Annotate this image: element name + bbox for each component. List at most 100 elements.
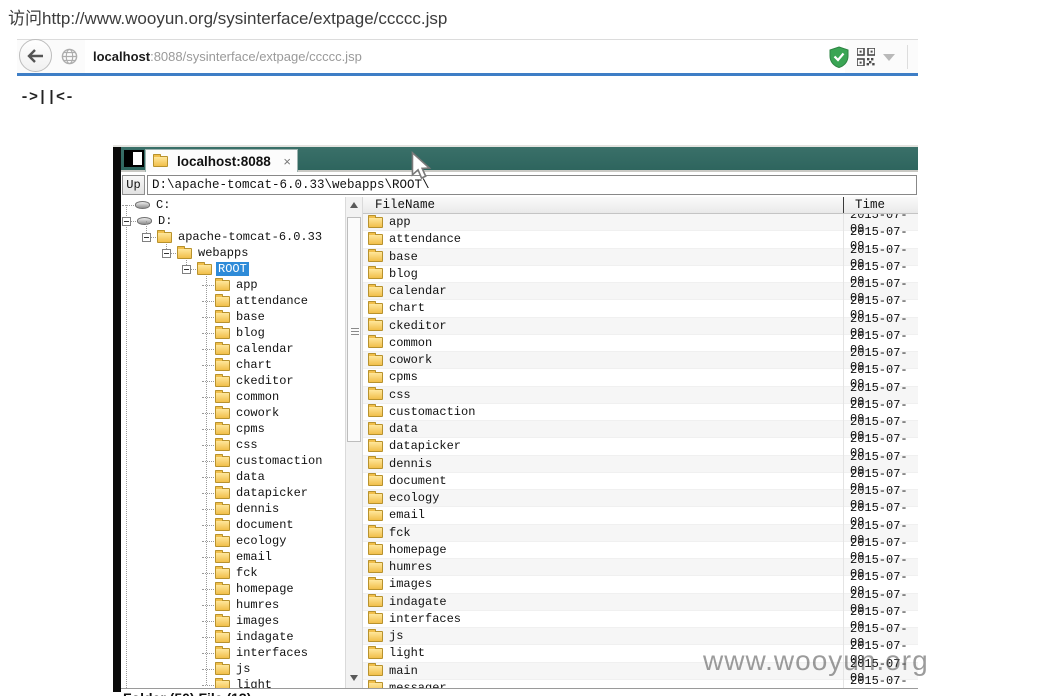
tree-item-interfaces[interactable]: interfaces — [121, 645, 345, 661]
tree-item-images[interactable]: images — [121, 613, 345, 629]
thumb-grip-icon — [351, 328, 359, 335]
scroll-thumb[interactable] — [347, 217, 361, 442]
tree-item-app[interactable]: app — [121, 277, 345, 293]
tree-item-dennis[interactable]: dennis — [121, 501, 345, 517]
folder-icon — [368, 665, 383, 676]
dropdown-arrow-icon[interactable] — [883, 54, 895, 61]
folder-icon — [368, 596, 383, 607]
tree-item-ecology[interactable]: ecology — [121, 533, 345, 549]
address-bar[interactable]: localhost:8088/sysinterface/extpage/cccc… — [85, 40, 845, 73]
file-name: js — [387, 629, 403, 643]
file-list-row-ckeditor[interactable]: ckeditor2015-07-09 — [363, 318, 918, 335]
sidebar-toggle-icon[interactable] — [124, 150, 144, 167]
tab-close-icon[interactable]: × — [283, 155, 291, 168]
tree-item-apache-tomcat-6-0-33[interactable]: apache-tomcat-6.0.33 — [121, 229, 345, 245]
scroll-down-button[interactable] — [346, 670, 362, 685]
tree-item-css[interactable]: css — [121, 437, 345, 453]
tree-item-blog[interactable]: blog — [121, 325, 345, 341]
path-input[interactable] — [147, 175, 917, 195]
file-name: document — [387, 474, 447, 488]
collapse-expander-icon[interactable] — [162, 249, 171, 258]
file-list-row-document[interactable]: document2015-07-09 — [363, 473, 918, 490]
tree-item-common[interactable]: common — [121, 389, 345, 405]
col-time[interactable]: Time — [855, 198, 885, 212]
tree-item-customaction[interactable]: customaction — [121, 453, 345, 469]
file-list-row-blog[interactable]: blog2015-07-09 — [363, 266, 918, 283]
tree-item-email[interactable]: email — [121, 549, 345, 565]
file-name: messager — [387, 681, 447, 688]
tree-item-fck[interactable]: fck — [121, 565, 345, 581]
folder-icon — [368, 579, 383, 590]
folder-icon — [368, 372, 383, 383]
scroll-up-button[interactable] — [346, 197, 362, 212]
tree-item-calendar[interactable]: calendar — [121, 341, 345, 357]
file-list-row-common[interactable]: common2015-07-09 — [363, 335, 918, 352]
file-list-row-customaction[interactable]: customaction2015-07-09 — [363, 404, 918, 421]
file-list-row-js[interactable]: js2015-07-09 — [363, 628, 918, 645]
tree-item-indagate[interactable]: indagate — [121, 629, 345, 645]
collapse-expander-icon[interactable] — [142, 233, 151, 242]
window-tab[interactable]: localhost:8088 × — [145, 149, 298, 172]
folder-icon — [368, 424, 383, 435]
tree-item-cpms[interactable]: cpms — [121, 421, 345, 437]
tree-item-humres[interactable]: humres — [121, 597, 345, 613]
tree-scrollbar[interactable] — [345, 197, 363, 688]
file-name: interfaces — [387, 612, 461, 626]
tree-item-homepage[interactable]: homepage — [121, 581, 345, 597]
tree-item-datapicker[interactable]: datapicker — [121, 485, 345, 501]
file-list-row-indagate[interactable]: indagate2015-07-09 — [363, 594, 918, 611]
file-list-row-humres[interactable]: humres2015-07-09 — [363, 559, 918, 576]
tree-item-root[interactable]: ROOT — [121, 261, 345, 277]
file-list-row-chart[interactable]: chart2015-07-09 — [363, 300, 918, 317]
security-shield-icon[interactable] — [829, 46, 849, 68]
tree-item-ckeditor[interactable]: ckeditor — [121, 373, 345, 389]
back-button[interactable] — [19, 39, 52, 72]
file-list-row-interfaces[interactable]: interfaces2015-07-09 — [363, 611, 918, 628]
drive-icon — [135, 201, 150, 209]
column-divider[interactable] — [843, 197, 844, 213]
file-list-row-dennis[interactable]: dennis2015-07-09 — [363, 456, 918, 473]
fm-main-area: C:D:apache-tomcat-6.0.33webappsROOTappat… — [121, 197, 918, 686]
tree-item-d-[interactable]: D: — [121, 213, 345, 229]
file-list-row-homepage[interactable]: homepage2015-07-09 — [363, 542, 918, 559]
file-list-row-fck[interactable]: fck2015-07-09 — [363, 525, 918, 542]
tree-item-document[interactable]: document — [121, 517, 345, 533]
tree-item-c-[interactable]: C: — [121, 197, 345, 213]
file-list-row-email[interactable]: email2015-07-09 — [363, 507, 918, 524]
file-list-row-images[interactable]: images2015-07-09 — [363, 576, 918, 593]
tree-item-label: indagate — [234, 630, 296, 644]
file-list-row-css[interactable]: css2015-07-09 — [363, 387, 918, 404]
tree-connector — [202, 429, 214, 430]
file-list-row-cpms[interactable]: cpms2015-07-09 — [363, 369, 918, 386]
col-filename[interactable]: FileName — [375, 198, 435, 212]
tree-item-light[interactable]: light — [121, 677, 345, 688]
tree-item-cowork[interactable]: cowork — [121, 405, 345, 421]
file-name: email — [387, 508, 425, 522]
tree-item-attendance[interactable]: attendance — [121, 293, 345, 309]
up-button[interactable]: Up — [122, 175, 145, 195]
file-list-row-attendance[interactable]: attendance2015-07-09 — [363, 231, 918, 248]
tree-item-base[interactable]: base — [121, 309, 345, 325]
tree-connector — [191, 269, 196, 270]
file-list-row-datapicker[interactable]: datapicker2015-07-09 — [363, 438, 918, 455]
tree-item-webapps[interactable]: webapps — [121, 245, 345, 261]
file-name: base — [387, 250, 418, 264]
file-list-row-calendar[interactable]: calendar2015-07-09 — [363, 283, 918, 300]
file-list-row-app[interactable]: app2015-07-09 — [363, 214, 918, 231]
file-list-row-messager[interactable]: messager2015-07-09 — [363, 680, 918, 688]
file-name: humres — [387, 560, 432, 574]
collapse-expander-icon[interactable] — [122, 217, 131, 226]
folder-icon — [215, 312, 230, 323]
tree-item-js[interactable]: js — [121, 661, 345, 677]
qr-code-icon[interactable] — [857, 48, 875, 66]
file-list-row-ecology[interactable]: ecology2015-07-09 — [363, 490, 918, 507]
file-list-row-data[interactable]: data2015-07-09 — [363, 421, 918, 438]
file-list-row-base[interactable]: base2015-07-09 — [363, 249, 918, 266]
folder-icon — [215, 296, 230, 307]
folder-icon — [215, 552, 230, 563]
file-list-row-cowork[interactable]: cowork2015-07-09 — [363, 352, 918, 369]
collapse-expander-icon[interactable] — [182, 265, 191, 274]
tree-item-data[interactable]: data — [121, 469, 345, 485]
folder-icon — [368, 475, 383, 486]
tree-item-chart[interactable]: chart — [121, 357, 345, 373]
